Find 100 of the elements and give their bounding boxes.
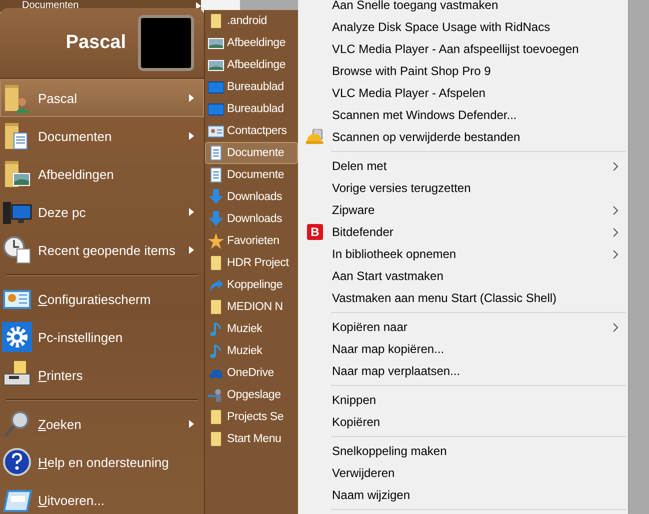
folder-picture-icon — [2, 159, 32, 189]
folder-entry[interactable]: Opgeslage — [205, 384, 298, 406]
folder-entry[interactable]: Koppelinge — [205, 274, 298, 296]
menu-item[interactable]: Help en ondersteuning — [0, 443, 204, 481]
folder-entry[interactable]: Documente — [205, 164, 298, 186]
context-menu-item[interactable]: Naam wijzigen — [298, 484, 628, 506]
menu-item-label: Documenten — [38, 128, 113, 144]
folder-entry[interactable]: Bureaublad — [205, 98, 298, 120]
context-menu-item[interactable]: Scannen met Windows Defender... — [298, 104, 628, 126]
context-menu-label: Delen met — [332, 159, 388, 173]
menu-item[interactable]: Deze pc — [0, 193, 204, 231]
context-menu-label: Browse with Paint Shop Pro 9 — [332, 64, 492, 78]
menu-item[interactable]: Recent geopende items — [0, 231, 204, 269]
folder-icon — [208, 431, 224, 447]
context-menu-item[interactable]: Knippen — [298, 389, 628, 411]
context-menu-item[interactable]: Snelkoppeling maken — [298, 440, 628, 462]
folder-icon — [208, 299, 224, 315]
context-menu-item[interactable]: VLC Media Player - Aan afspeellijst toevoegen — [298, 38, 628, 60]
folder-entry[interactable]: .android — [205, 10, 298, 32]
user-name: Pascal — [66, 32, 126, 54]
context-menu-item[interactable]: Analyze Disk Space Usage with RidNacs — [298, 16, 628, 38]
context-menu-label: Knippen — [332, 393, 378, 407]
folder-entry[interactable]: Downloads — [205, 208, 298, 230]
search-icon — [2, 409, 32, 439]
desktop-icon — [208, 101, 224, 117]
context-menu-item[interactable]: Naar map verplaatsen... — [298, 360, 628, 382]
help-icon — [2, 447, 32, 477]
context-menu-item[interactable]: Aan Snelle toegang vastmaken — [298, 0, 628, 16]
menu-item[interactable]: Printers — [0, 356, 204, 394]
context-menu-label: Aan Snelle toegang vastmaken — [332, 0, 500, 12]
menu-item[interactable]: Configuratiescherm — [0, 280, 204, 318]
folder-entry[interactable]: Projects Se — [205, 406, 298, 428]
folder-entry[interactable]: Muziek — [205, 340, 298, 362]
menu-item[interactable]: Pc-instellingen — [0, 318, 204, 356]
folder-entry[interactable]: OneDrive — [205, 362, 298, 384]
folder-entry[interactable]: Downloads — [205, 186, 298, 208]
menu-item-label: Printers — [38, 368, 84, 382]
menu-item-label: Recent geopende items — [38, 242, 176, 258]
context-menu-item[interactable]: Vorige versies terugzetten — [298, 177, 628, 199]
context-menu-label: Zipware — [332, 203, 376, 217]
figure-icon — [208, 387, 224, 403]
menu-item-label: Documenten — [22, 0, 80, 12]
context-menu-item[interactable]: Zipware — [298, 199, 628, 221]
folder-icon — [208, 255, 224, 271]
avatar-image[interactable] — [138, 15, 194, 71]
menu-item-label: Afbeeldingen — [38, 166, 115, 182]
context-menu-label: In bibliotheek opnemen — [332, 247, 458, 261]
folder-entry[interactable]: HDR Project — [205, 252, 298, 274]
context-menu-item[interactable]: Browse with Paint Shop Pro 9 — [298, 60, 628, 82]
context-menu-item[interactable]: Aan Start vastmaken — [298, 265, 628, 287]
context-menu-label: Aan Start vastmaken — [332, 269, 444, 283]
folder-entry[interactable]: Start Menu — [205, 428, 298, 450]
context-menu-label: Naam wijzigen — [332, 488, 412, 502]
folder-entry[interactable]: Afbeeldinge — [205, 54, 298, 76]
context-menu-item[interactable]: Verwijderen — [298, 462, 628, 484]
context-menu-item[interactable]: Kopiëren naar — [298, 316, 628, 338]
context-menu-label: Naar map kopiëren... — [332, 342, 446, 356]
context-menu-label: Bitdefender — [332, 225, 394, 239]
settings-icon — [2, 322, 32, 352]
menu-item-label: Configuratiescherm — [38, 292, 152, 306]
folder-entry[interactable]: Contactpers — [205, 120, 298, 142]
context-menu-label: Vorige versies terugzetten — [332, 181, 472, 195]
logo-icon: B — [307, 224, 323, 240]
context-menu-label: Snelkoppeling maken — [332, 444, 448, 458]
download-arrow-icon — [208, 189, 224, 205]
menu-item[interactable]: Documenten — [0, 117, 204, 155]
contact-card-icon — [208, 123, 224, 139]
menu-item[interactable]: Afbeeldingen — [0, 155, 204, 193]
context-menu-item[interactable]: VLC Media Player - Afspelen — [298, 82, 628, 104]
folder-entry[interactable]: Favorieten — [205, 230, 298, 252]
document-icon — [208, 167, 224, 183]
folder-entry[interactable]: Muziek — [205, 318, 298, 340]
star-icon — [208, 233, 224, 249]
context-menu-label: Kopiëren — [332, 415, 382, 429]
context-menu-label: Scannen op verwijderde bestanden — [332, 130, 522, 144]
menu-item-label: Uitvoeren... — [38, 492, 106, 508]
menu-item-label: Zoeken — [38, 416, 82, 432]
context-menu-item[interactable]: In bibliotheek opnemen — [298, 243, 628, 265]
folder-entry[interactable]: Documente — [205, 142, 298, 164]
context-menu-label: Scannen met Windows Defender... — [332, 108, 518, 122]
context-menu-label: Vastmaken aan menu Start (Classic Shell) — [332, 291, 558, 305]
context-menu-item[interactable]: Kopiëren — [298, 411, 628, 433]
menu-item-label: Deze pc — [38, 204, 87, 220]
context-menu-item[interactable]: Naar map kopiëren... — [298, 338, 628, 360]
context-menu-item[interactable]: Vastmaken aan menu Start (Classic Shell) — [298, 287, 628, 309]
context-menu-label: VLC Media Player - Aan afspeellijst toevoegen — [332, 42, 580, 56]
menu-item[interactable]: Zoeken — [0, 405, 204, 443]
context-menu-label: Analyze Disk Space Usage with RidNacs — [332, 20, 552, 34]
context-menu-item[interactable]: Delen met — [298, 155, 628, 177]
desktop-icon — [208, 79, 224, 95]
folder-entry[interactable]: Afbeeldinge — [205, 32, 298, 54]
context-menu-item[interactable]: B Bitdefender — [298, 221, 628, 243]
folder-icon — [208, 13, 224, 29]
context-menu-label: VLC Media Player - Afspelen — [332, 86, 486, 100]
context-menu-label: Kopiëren naar — [332, 320, 408, 334]
menu-item[interactable]: Pascal — [0, 79, 204, 117]
folder-entry[interactable]: MEDION N — [205, 296, 298, 318]
menu-item[interactable]: Uitvoeren... — [0, 481, 204, 514]
context-menu-item[interactable]: Scannen op verwijderde bestanden — [298, 126, 628, 148]
folder-entry[interactable]: Bureaublad — [205, 76, 298, 98]
